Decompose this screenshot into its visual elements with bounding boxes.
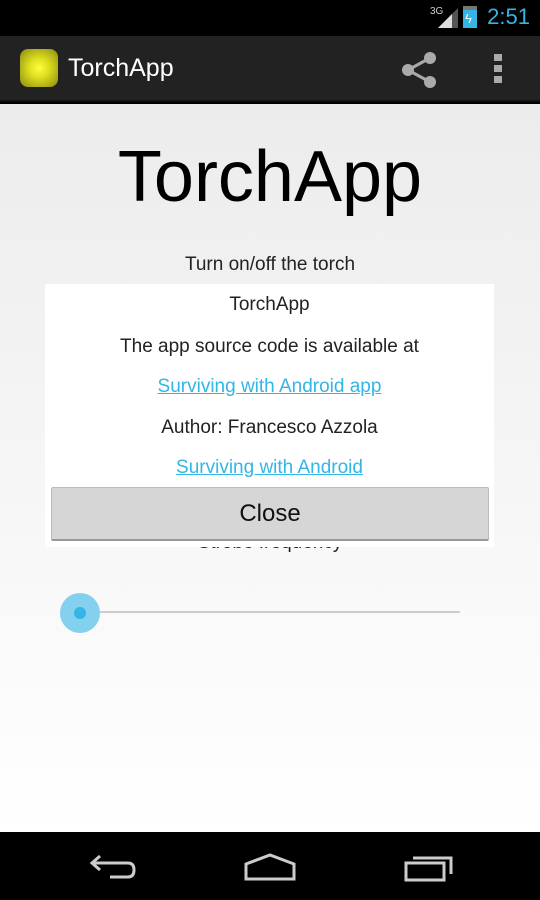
close-button[interactable]: Close	[51, 487, 489, 541]
page-title: TorchApp	[117, 137, 423, 217]
status-bar: 3G ϟ 2:51	[0, 0, 540, 36]
strobe-slider-thumb[interactable]	[60, 593, 100, 633]
app-icon[interactable]	[20, 49, 58, 87]
strobe-slider-track[interactable]	[80, 611, 460, 613]
action-bar: TorchApp	[0, 36, 540, 102]
app-source-link[interactable]: Surviving with Android app	[158, 376, 382, 397]
torch-toggle-label: Turn on/off the torch	[184, 254, 356, 275]
share-icon[interactable]	[400, 52, 438, 88]
about-dialog: TorchApp The app source code is availabl…	[45, 284, 494, 547]
battery-charging-icon: ϟ	[463, 6, 477, 28]
clock: 2:51	[487, 4, 530, 29]
home-icon[interactable]	[243, 852, 297, 882]
dialog-text: The app source code is available at	[120, 336, 419, 357]
overflow-menu-icon[interactable]	[494, 54, 504, 87]
website-link[interactable]: Surviving with Android	[176, 457, 363, 478]
signal-icon	[438, 8, 458, 28]
back-icon[interactable]	[88, 852, 138, 882]
recent-apps-icon[interactable]	[403, 852, 455, 882]
navigation-bar	[0, 832, 540, 900]
author-text: Author: Francesco Azzola	[161, 417, 378, 438]
app-title: TorchApp	[68, 54, 174, 82]
dialog-title: TorchApp	[229, 294, 310, 315]
